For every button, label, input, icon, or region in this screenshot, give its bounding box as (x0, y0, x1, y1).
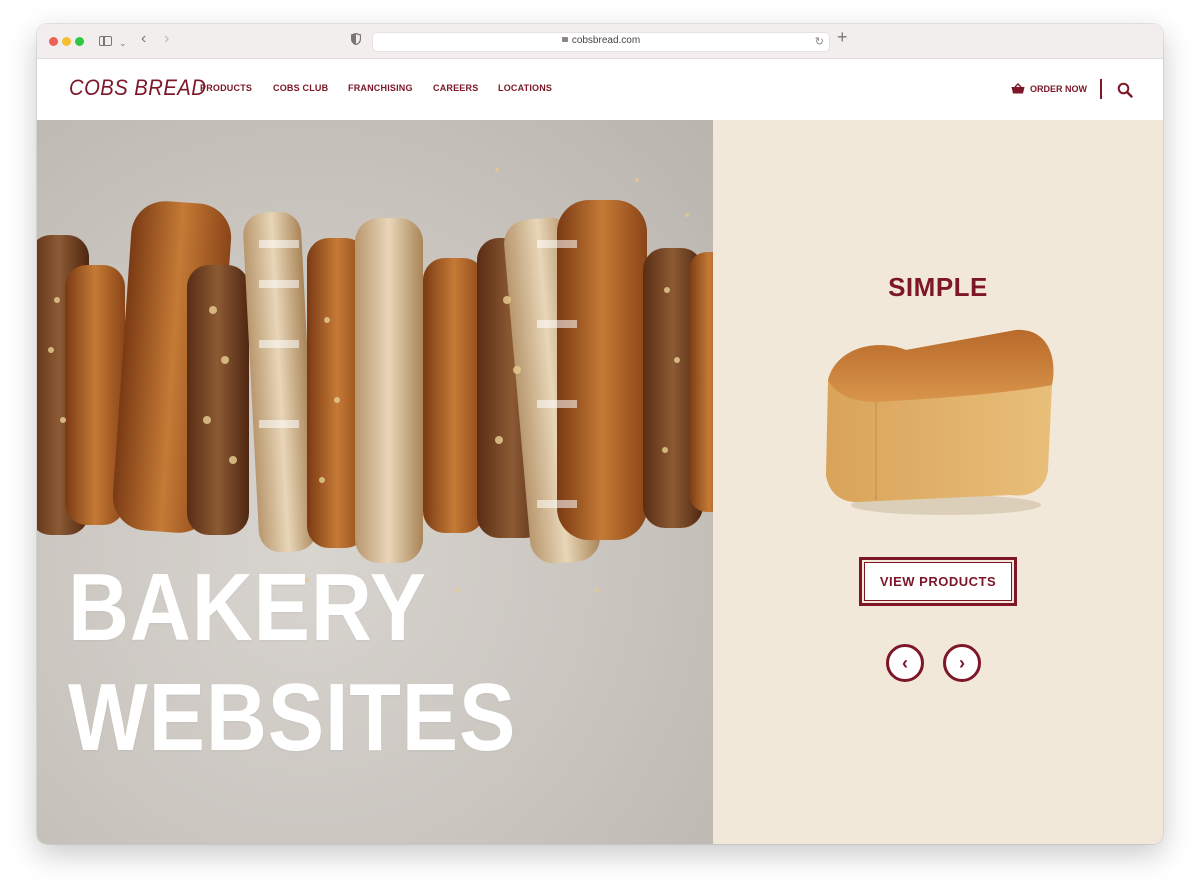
address-bar[interactable]: cobsbread.com ↻ (372, 32, 830, 52)
plus-icon[interactable]: + (837, 28, 848, 46)
close-window-button[interactable] (49, 37, 58, 46)
sidebar-icon[interactable] (99, 36, 112, 46)
nav-item-cobs-club[interactable]: COBS CLUB (273, 83, 328, 93)
hero-image: BAKERY WEBSITES (37, 120, 713, 844)
hero-headline-line-2: WEBSITES (68, 664, 517, 771)
nav-item-products[interactable]: PRODUCTS (200, 83, 252, 93)
logo[interactable]: COBS BREAD (69, 75, 206, 101)
reload-icon[interactable]: ↻ (815, 35, 824, 48)
site-header: COBS BREAD PRODUCTS COBS CLUB FRANCHISIN… (37, 59, 1163, 120)
product-slider: SIMPLE VIEW PRODUCTS ‹ › (713, 120, 1163, 844)
back-arrow-icon[interactable]: ‹ (141, 31, 146, 47)
nav-item-locations[interactable]: LOCATIONS (498, 83, 552, 93)
nav-item-franchising[interactable]: FRANCHISING (348, 83, 413, 93)
basket-icon (1011, 83, 1025, 94)
view-products-button[interactable]: VIEW PRODUCTS (859, 557, 1017, 606)
maximize-window-button[interactable] (75, 37, 84, 46)
hero-headline-line-1: BAKERY (68, 554, 427, 661)
browser-window: ⌄ ‹ › cobsbread.com ↻ + COBS BREAD PRODU… (37, 24, 1163, 844)
lock-icon (561, 37, 568, 42)
slide-title: SIMPLE (888, 272, 988, 302)
header-divider (1100, 79, 1102, 99)
chevron-down-icon[interactable]: ⌄ (119, 35, 127, 51)
forward-arrow-icon[interactable]: › (164, 31, 169, 47)
browser-toolbar: ⌄ ‹ › cobsbread.com ↻ + (37, 24, 1163, 59)
next-slide-button[interactable]: › (943, 644, 981, 682)
previous-slide-button[interactable]: ‹ (886, 644, 924, 682)
order-now-label: ORDER NOW (1030, 84, 1087, 94)
bread-loaf-image (826, 329, 1054, 515)
search-icon[interactable] (1117, 82, 1133, 98)
nav-item-careers[interactable]: CAREERS (433, 83, 478, 93)
minimize-window-button[interactable] (62, 37, 71, 46)
shield-icon[interactable] (351, 33, 361, 45)
url-text: cobsbread.com (571, 35, 641, 46)
